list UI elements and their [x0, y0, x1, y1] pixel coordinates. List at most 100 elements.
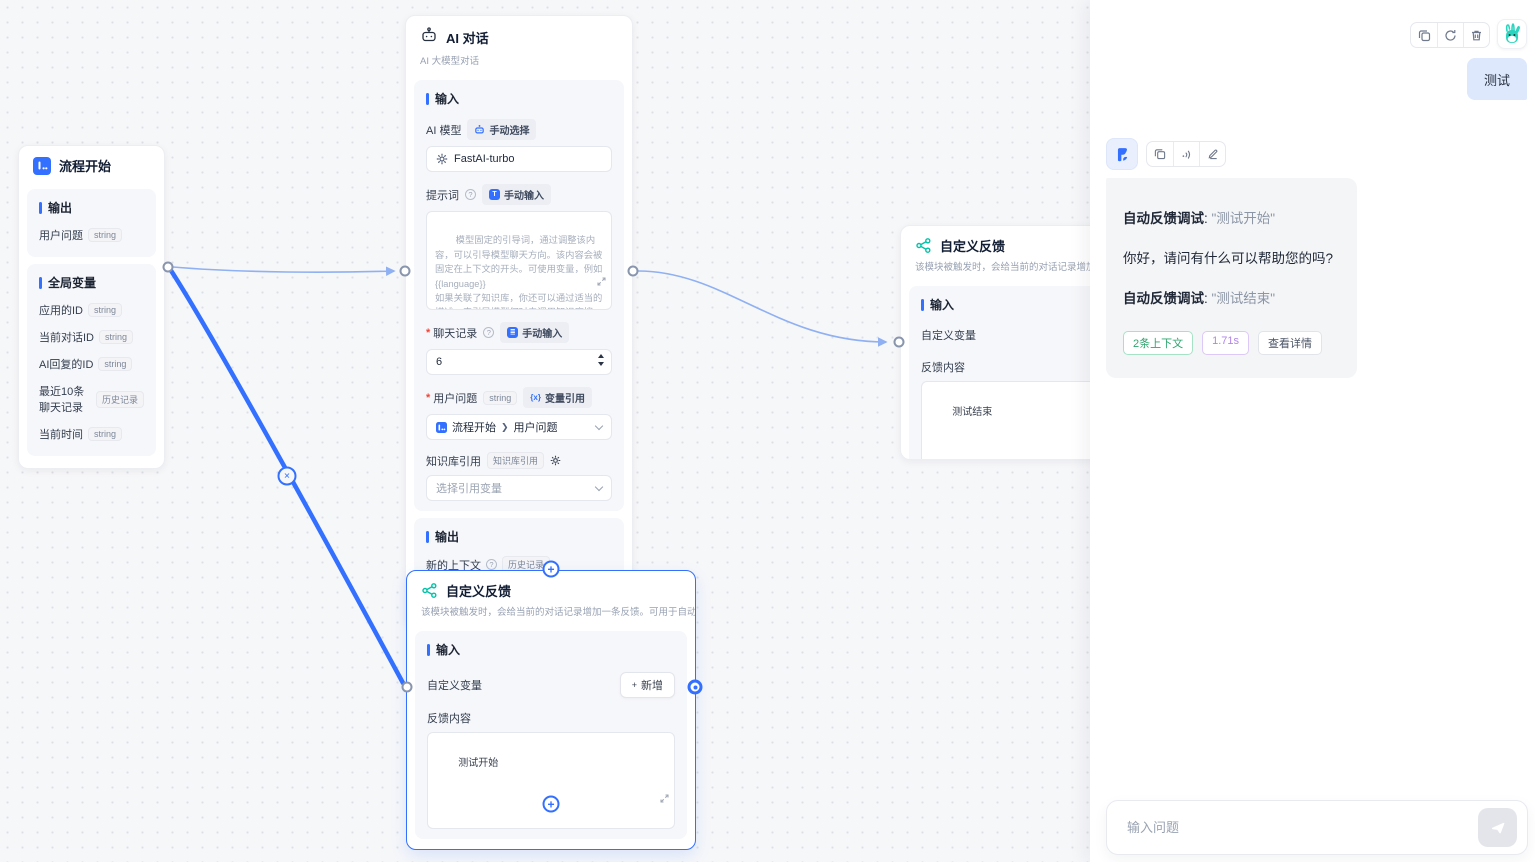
node-subtitle: 该模块被触发时，会给当前的对话记录增加一条反馈。可用于自动记录对话效果等。: [407, 602, 695, 624]
source-handle-flow-start[interactable]: [163, 262, 174, 273]
type-tag: string: [483, 391, 517, 405]
add-variable-button[interactable]: + 新增: [620, 672, 675, 698]
global-var-label: 当前时间: [39, 426, 83, 442]
manual-input-badge[interactable]: T 手动输入: [482, 184, 551, 205]
variable-ref-icon: {x}: [530, 393, 541, 402]
flow-mini-icon: [436, 422, 447, 433]
expand-icon[interactable]: [571, 262, 606, 305]
gear-icon: [436, 153, 448, 165]
trash-icon: [1470, 29, 1483, 42]
copy-icon: [1418, 29, 1431, 42]
robot-mini-icon: [474, 124, 485, 135]
prompt-label: 提示词: [426, 187, 459, 203]
add-node-handle-bottom[interactable]: +: [543, 796, 560, 813]
feedback-flow-icon: [915, 237, 932, 254]
manual-select-badge[interactable]: 手动选择: [467, 119, 536, 140]
expand-icon[interactable]: [632, 778, 669, 825]
feedback-value: 测试结束: [952, 407, 992, 418]
feedback-value: 测试开始: [458, 758, 498, 769]
chevron-down-icon: [595, 482, 603, 490]
reset-chat-button[interactable]: [1437, 23, 1463, 47]
section-title-output: 输出: [39, 199, 144, 216]
context-count-badge[interactable]: 2条上下文: [1123, 331, 1193, 355]
global-var-label: 当前对话ID: [39, 329, 94, 345]
node-flow-start[interactable]: 流程开始 输出 用户问题 string 全局变量 应用的IDstring 当前对…: [18, 145, 165, 469]
edge-flowstart-to-aichat[interactable]: [173, 267, 394, 272]
history-count-input[interactable]: [436, 356, 602, 368]
node-title: 流程开始: [59, 156, 111, 175]
type-tag: 历史记录: [96, 391, 144, 408]
copy-icon: [1154, 148, 1166, 160]
required-mark: *: [426, 327, 430, 339]
history-chip-icon: ≣: [507, 327, 518, 338]
kb-ref-select[interactable]: 选择引用变量: [426, 475, 612, 501]
edge-aichat-to-feedback-top[interactable]: [638, 271, 886, 342]
prompt-textarea[interactable]: 模型固定的引导词，通过调整该内容，可以引导模型聊天方向。该内容会被固定在上下文的…: [426, 211, 612, 310]
chat-input[interactable]: [1127, 820, 1468, 835]
send-button[interactable]: [1478, 808, 1517, 847]
global-var-label: 最近10条聊天记录: [39, 383, 91, 415]
robot-icon: [420, 26, 438, 49]
variable-ref-badge[interactable]: {x} 变量引用: [523, 387, 592, 408]
history-count-stepper[interactable]: [426, 349, 612, 375]
edit-message-button[interactable]: [1199, 142, 1225, 166]
feedback-debug-line: 自动反馈调试: "测试结束": [1123, 290, 1340, 308]
view-detail-button[interactable]: 查看详情: [1258, 331, 1322, 355]
question-circle-icon: ?: [486, 559, 497, 570]
node-title: 自定义反馈: [446, 581, 511, 600]
global-var-label: AI回复的ID: [39, 356, 93, 372]
ai-message-bubble: 自动反馈调试: "测试开始" 你好，请问有什么可以帮助您的吗? 自动反馈调试: …: [1106, 178, 1357, 378]
manual-input-badge[interactable]: ≣ 手动输入: [500, 322, 569, 343]
app-logo-icon: [1113, 145, 1131, 163]
mascot-icon: [1502, 23, 1522, 45]
source-handle-ai-chat[interactable]: [628, 266, 639, 277]
section-title-globals: 全局变量: [39, 274, 144, 291]
response-time-badge[interactable]: 1.71s: [1202, 331, 1249, 355]
section-title-input: 输入: [427, 641, 675, 658]
user-message-text: 测试: [1484, 70, 1510, 89]
question-label: 用户问题: [433, 390, 477, 406]
target-handle-feedback-top[interactable]: [894, 337, 905, 348]
type-tag: string: [88, 303, 122, 317]
custom-var-label: 自定义变量: [921, 327, 976, 343]
question-field: 用户问题: [514, 419, 558, 435]
copy-chat-button[interactable]: [1411, 23, 1437, 47]
node-title: AI 对话: [446, 28, 489, 47]
target-handle-feedback-bottom[interactable]: [402, 682, 413, 693]
node-subtitle: AI 大模型对话: [406, 51, 632, 73]
feedback-content-label: 反馈内容: [427, 710, 471, 726]
node-ai-chat[interactable]: AI 对话 AI 大模型对话 输入 AI 模型 手动选择 FastAI-turb…: [405, 15, 633, 628]
feedback-flow-icon: [421, 582, 438, 599]
read-aloud-button[interactable]: [1173, 142, 1199, 166]
question-variable-select[interactable]: 流程开始 ❯ 用户问题: [426, 414, 612, 440]
type-tag: string: [98, 357, 132, 371]
section-title-input: 输入: [426, 90, 612, 107]
type-tag: 知识库引用: [487, 452, 544, 469]
model-select[interactable]: FastAI-turbo: [426, 146, 612, 172]
model-label: AI 模型: [426, 122, 461, 138]
chevron-down-icon: [595, 421, 603, 429]
pencil-icon: [1207, 148, 1219, 160]
custom-var-label: 自定义变量: [427, 677, 614, 693]
step-up-icon[interactable]: [598, 354, 604, 358]
copy-message-button[interactable]: [1147, 142, 1173, 166]
history-label: 聊天记录: [433, 325, 477, 341]
target-handle-ai-chat[interactable]: [400, 266, 411, 277]
ai-avatar: [1106, 138, 1138, 170]
message-toolbar: [1146, 141, 1226, 167]
type-tag: string: [88, 427, 122, 441]
user-message-bubble: 测试: [1467, 58, 1527, 100]
kb-settings-icon[interactable]: [550, 455, 561, 466]
add-node-handle-top[interactable]: +: [543, 561, 560, 578]
question-circle-icon: ?: [465, 189, 476, 200]
assistant-mascot-button[interactable]: [1497, 19, 1527, 49]
feedback-textarea[interactable]: 测试开始: [427, 732, 675, 829]
step-down-icon[interactable]: [598, 362, 604, 366]
required-mark: *: [426, 392, 430, 404]
source-handle-feedback-bottom[interactable]: [688, 680, 703, 695]
kb-placeholder: 选择引用变量: [436, 480, 502, 496]
feedback-debug-line: 自动反馈调试: "测试开始": [1123, 210, 1340, 228]
delete-edge-button[interactable]: ✕: [278, 467, 297, 486]
clear-chat-button[interactable]: [1463, 23, 1489, 47]
stepper-arrows[interactable]: [598, 354, 604, 366]
